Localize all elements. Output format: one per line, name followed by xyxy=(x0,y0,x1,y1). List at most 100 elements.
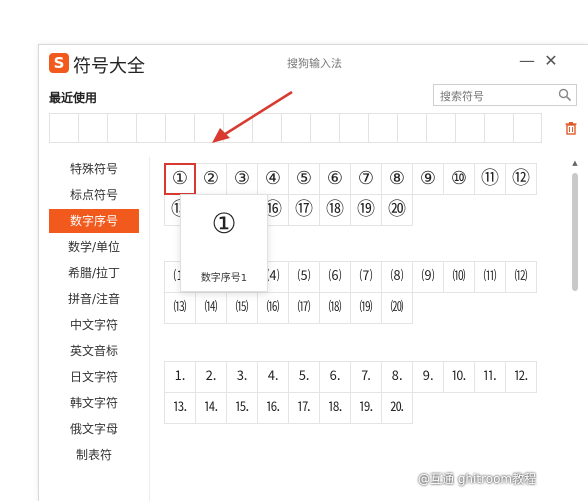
sidebar-item-phonetic[interactable]: 英文音标 xyxy=(49,339,139,363)
scroll-thumb[interactable] xyxy=(572,173,578,291)
trash-icon[interactable] xyxy=(564,121,578,135)
sidebar-item-korean[interactable]: 韩文字符 xyxy=(49,391,139,415)
symbol-cell[interactable]: ⑼ xyxy=(412,261,444,293)
symbol-cell[interactable]: ⒏ xyxy=(381,361,413,393)
symbol-cell[interactable]: ⑤ xyxy=(288,163,320,195)
desktop-background xyxy=(0,0,38,500)
symbol-cell[interactable]: ⒀ xyxy=(164,292,196,324)
symbol-cell[interactable]: ⒕ xyxy=(195,392,227,424)
symbol-preview-popup: ① 数字序号1 xyxy=(180,194,268,292)
symbol-cell[interactable]: ⒖ xyxy=(226,392,258,424)
symbol-cell[interactable]: ⑫ xyxy=(505,163,537,195)
symbol-cell[interactable]: ⑻ xyxy=(381,261,413,293)
symbol-cell[interactable]: ⑧ xyxy=(381,163,413,195)
scroll-up-icon[interactable]: ▲ xyxy=(571,159,579,167)
symbol-cell[interactable]: ⑪ xyxy=(474,163,506,195)
sidebar-item-special[interactable]: 特殊符号 xyxy=(49,157,139,181)
recent-symbol-slot[interactable] xyxy=(426,113,455,143)
recent-symbol-slot[interactable] xyxy=(339,113,368,143)
title-bar[interactable]: S 符号大全 搜狗输入法 — ✕ xyxy=(39,45,588,81)
recent-symbol-slot[interactable] xyxy=(455,113,484,143)
symbol-cell[interactable]: ① xyxy=(164,163,196,195)
recent-symbol-slot[interactable] xyxy=(513,113,542,143)
recent-symbol-slot[interactable] xyxy=(310,113,339,143)
symbol-cell[interactable]: ④ xyxy=(257,163,289,195)
symbol-cell[interactable]: ⑱ xyxy=(319,194,351,226)
recent-symbol-slot[interactable] xyxy=(397,113,426,143)
sidebar-item-pinyin[interactable]: 拼音/注音 xyxy=(49,287,139,311)
sidebar-item-chinese[interactable]: 中文字符 xyxy=(49,313,139,337)
symbol-cell[interactable]: ⑰ xyxy=(288,194,320,226)
symbol-cell[interactable]: ⒆ xyxy=(350,292,382,324)
symbol-cell[interactable]: ⒐ xyxy=(412,361,444,393)
sidebar-item-greek-latin[interactable]: 希腊/拉丁 xyxy=(49,261,139,285)
sidebar-item-math-unit[interactable]: 数学/单位 xyxy=(49,235,139,259)
watermark-text: @互通 ghitroom教程 xyxy=(418,472,537,486)
symbol-cell[interactable]: ⑩ xyxy=(443,163,475,195)
recent-symbol-slot[interactable] xyxy=(165,113,194,143)
symbol-cell[interactable]: ⒔ xyxy=(164,392,196,424)
recent-symbol-slot[interactable] xyxy=(78,113,107,143)
recent-symbol-slot[interactable] xyxy=(484,113,513,143)
dotted-numbers-row: ⒈⒉⒊⒋⒌⒍⒎⒏⒐⒑⒒⒓ xyxy=(164,361,537,393)
recent-label: 最近使用 xyxy=(49,91,98,105)
symbol-cell[interactable]: ⒄ xyxy=(288,292,320,324)
symbol-cell[interactable]: ⒓ xyxy=(505,361,537,393)
search-box[interactable] xyxy=(433,84,577,106)
symbol-cell[interactable]: ⒛ xyxy=(381,392,413,424)
symbol-cell[interactable]: ⒒ xyxy=(474,361,506,393)
search-input[interactable] xyxy=(438,87,552,105)
symbol-cell[interactable]: ⑦ xyxy=(350,163,382,195)
minimize-button[interactable]: — xyxy=(517,51,537,71)
symbol-cell[interactable]: ⒅ xyxy=(319,292,351,324)
symbol-cell[interactable]: ⒙ xyxy=(319,392,351,424)
symbol-cell[interactable]: ⑥ xyxy=(319,163,351,195)
symbol-cell[interactable]: ⒉ xyxy=(195,361,227,393)
symbol-cell[interactable]: ⒎ xyxy=(350,361,382,393)
recent-symbol-slot[interactable] xyxy=(107,113,136,143)
symbol-cell[interactable]: ⒈ xyxy=(164,361,196,393)
recent-symbol-slot[interactable] xyxy=(136,113,165,143)
sidebar-item-russian[interactable]: 俄文字母 xyxy=(49,417,139,441)
recent-symbol-slot[interactable] xyxy=(49,113,78,143)
symbol-cell[interactable]: ⒃ xyxy=(257,292,289,324)
symbol-cell[interactable]: ⑨ xyxy=(412,163,444,195)
dotted-numbers-row: ⒔⒕⒖⒗⒘⒙⒚⒛ xyxy=(164,392,413,424)
symbol-cell[interactable]: ⒑ xyxy=(443,361,475,393)
symbol-cell[interactable]: ⒗ xyxy=(257,392,289,424)
symbol-cell[interactable]: ⑾ xyxy=(474,261,506,293)
search-icon[interactable] xyxy=(558,88,572,102)
sidebar-item-number-serial[interactable]: 数字序号 xyxy=(49,209,139,233)
vertical-scrollbar[interactable]: ▲ xyxy=(571,159,579,499)
circled-numbers-row: ①②③④⑤⑥⑦⑧⑨⑩⑪⑫ xyxy=(164,163,537,195)
symbol-cell[interactable]: ⑸ xyxy=(288,261,320,293)
symbol-cell[interactable]: ⒘ xyxy=(288,392,320,424)
recent-symbol-slot[interactable] xyxy=(252,113,281,143)
symbol-window: S 符号大全 搜狗输入法 — ✕ 最近使用 特殊符号 标点符号 数字序号 数学/… xyxy=(38,44,588,501)
symbol-cell[interactable]: ⒇ xyxy=(381,292,413,324)
sidebar-item-punctuation[interactable]: 标点符号 xyxy=(49,183,139,207)
symbol-cell[interactable]: ⒋ xyxy=(257,361,289,393)
symbol-cell[interactable]: ⒂ xyxy=(226,292,258,324)
symbol-cell[interactable]: ⑲ xyxy=(350,194,382,226)
symbol-cell[interactable]: ③ xyxy=(226,163,258,195)
symbol-cell[interactable]: ⑳ xyxy=(381,194,413,226)
sidebar-item-box-drawing[interactable]: 制表符 xyxy=(49,443,139,467)
symbol-cell[interactable]: ⒚ xyxy=(350,392,382,424)
recent-symbol-slot[interactable] xyxy=(194,113,223,143)
symbol-cell[interactable]: ⒁ xyxy=(195,292,227,324)
symbol-cell[interactable]: ⒌ xyxy=(288,361,320,393)
symbol-cell[interactable]: ⑽ xyxy=(443,261,475,293)
symbol-cell[interactable]: ⒊ xyxy=(226,361,258,393)
recent-symbol-slot[interactable] xyxy=(223,113,252,143)
recent-symbol-slot[interactable] xyxy=(281,113,310,143)
symbol-cell[interactable]: ⑿ xyxy=(505,261,537,293)
symbol-cell[interactable]: ⒍ xyxy=(319,361,351,393)
symbol-cell[interactable]: ② xyxy=(195,163,227,195)
close-button[interactable]: ✕ xyxy=(541,51,561,71)
sidebar-item-japanese[interactable]: 日文字符 xyxy=(49,365,139,389)
symbol-cell[interactable]: ⑺ xyxy=(350,261,382,293)
recent-symbol-slot[interactable] xyxy=(368,113,397,143)
window-subtitle: 搜狗输入法 xyxy=(287,57,342,70)
symbol-cell[interactable]: ⑹ xyxy=(319,261,351,293)
